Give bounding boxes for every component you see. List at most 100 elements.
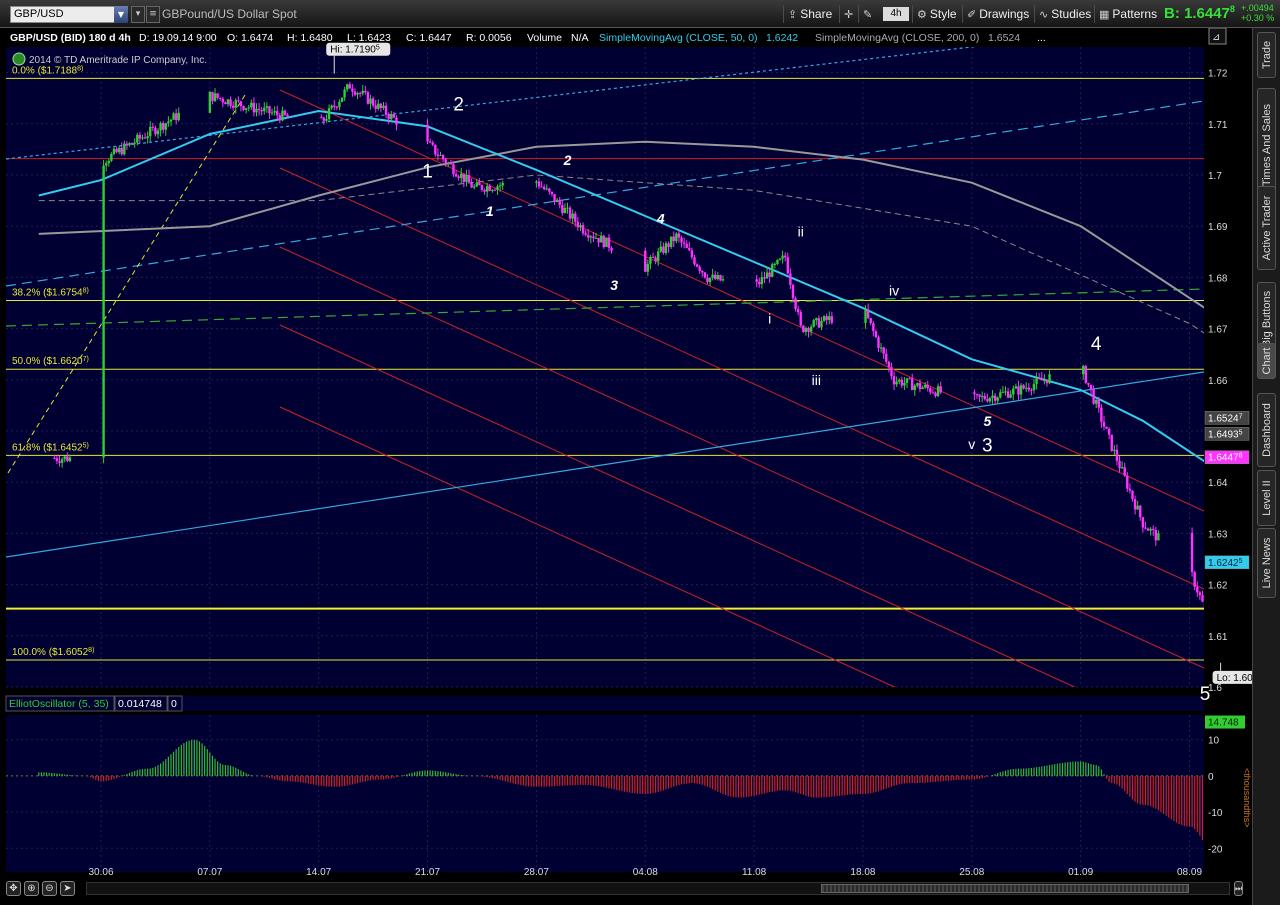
candle-body [379,103,383,108]
candle-body [706,277,709,282]
candle-body [1100,407,1103,422]
candle-body [703,272,707,278]
volume-value: N/A [571,32,589,44]
time-scrollbar[interactable] [86,882,1230,895]
drawings-button[interactable]: ✐ Drawings [962,5,1033,23]
link-icon[interactable]: ≡ [146,6,160,23]
bar-range: R: 0.0056 [466,32,512,44]
candle-body [898,379,901,382]
timeframe-selector[interactable]: 4h [883,7,909,21]
tab-live-news[interactable]: Live News [1257,528,1276,598]
candle-body [1144,527,1147,529]
patterns-button[interactable]: ▦ Patterns [1094,5,1161,23]
candle-body [830,316,834,323]
symbol-dropdown-icon[interactable]: ▼ [114,6,128,23]
wave-label: 3 [610,277,618,293]
scroll-end-icon[interactable]: ⏭ [1234,881,1243,896]
tab-chart[interactable]: Chart [1257,343,1276,379]
candle-body [485,186,489,192]
candle-body [346,84,349,90]
oscillator-title[interactable]: ElliotOscillator (5, 35) [9,698,109,710]
date-tick-label: 25.08 [959,867,984,878]
candle-body [680,237,683,243]
candle-body [975,394,979,396]
pan-tool-icon[interactable]: ✥ [6,881,21,896]
candle-body [488,186,491,191]
zoom-in-icon[interactable]: ⊕ [24,881,39,896]
candle-body [659,246,662,252]
candle-body [939,386,942,393]
scrollbar-thumb[interactable] [821,884,1189,893]
oscillator-tick-label: -10 [1208,808,1223,819]
wave-label: v [968,436,975,452]
candle-body [986,399,989,402]
candle-body [778,258,782,260]
candle-body [286,114,289,118]
globe-icon[interactable] [12,52,26,66]
candle-body [812,320,815,327]
candle-body [926,384,929,389]
candle-body [268,106,271,114]
sma50-legend[interactable]: SimpleMovingAvg (CLOSE, 50, 0) [599,32,758,44]
candle-body [690,250,694,258]
candle-body [776,259,779,264]
candle-body [441,155,445,160]
candle-body [333,105,336,107]
tab-times-and-sales[interactable]: Times And Sales [1257,88,1276,202]
bar-high: H: 1.6480 [287,32,333,44]
candle-body [452,164,455,175]
chart-area[interactable]: 0.0% ($1.71888) 38.2% ($1.67548) 50.0% ($1… [0,27,1274,878]
candle-body [566,207,569,209]
candle-body [540,186,543,188]
candle-body [1048,374,1051,384]
share-button[interactable]: ⇪ Share [783,5,836,23]
candle-body [104,163,108,166]
drawing-tool-button[interactable]: ✎ [858,5,879,23]
candle-body [281,110,284,121]
studies-button[interactable]: ∿ Studies [1034,5,1095,23]
candle-body [1190,533,1194,573]
candle-body [646,263,650,272]
candle-body [66,456,69,462]
sma200-legend[interactable]: SimpleMovingAvg (CLOSE, 200, 0) [815,32,979,44]
candle-body [542,186,546,190]
candle-body [649,256,652,264]
zoom-out-icon[interactable]: ⊖ [42,881,57,896]
candle-body [592,236,595,239]
tab-trade[interactable]: Trade [1257,32,1276,78]
oscillator-axis: 10 0 -10 -20 14.748 [1205,715,1245,855]
candle-body [599,235,603,243]
drawings-icon: ✐ [967,9,977,21]
price-tick-label: 1.6 [1208,683,1222,694]
candle-body [892,376,896,385]
oscillator-tick-label: 0 [1208,772,1214,783]
high-label: Hi: 1.71905 [330,45,380,56]
candle-body [605,237,608,247]
candle-body [1082,366,1085,375]
candle-body [571,213,574,219]
candle-body [667,243,670,247]
date-tick-label: 04.08 [633,867,658,878]
candle-body [991,395,994,398]
tab-level-ii[interactable]: Level II [1257,470,1276,526]
candle-body [594,237,598,239]
bar-open: O: 1.6474 [227,32,273,44]
candle-body [371,98,375,106]
legend-more[interactable]: ... [1037,32,1046,44]
oscillator-panel[interactable] [6,715,1204,872]
candle-body [115,148,118,153]
cursor-tool-icon[interactable]: ➤ [60,881,75,896]
symbol-input[interactable]: GBP/USD [10,6,128,23]
tab-active-trader[interactable]: Active Trader [1257,186,1276,270]
date-tick-label: 30.06 [88,867,113,878]
bar-low: L: 1.6423 [347,32,391,44]
symbol-lookup-icon[interactable]: ▾ [131,6,145,23]
bar-date: D: 19.09.14 9:00 [139,32,217,44]
candle-body [983,395,986,400]
candle-body [587,234,590,238]
candle-body [149,126,152,137]
tab-dashboard[interactable]: Dashboard [1257,393,1276,467]
chart-svg: 0.0% ($1.71888) 38.2% ($1.67548) 50.0% ($1… [5,27,1274,878]
style-button[interactable]: ⚙ Style [912,5,961,23]
candle-body [993,395,997,401]
